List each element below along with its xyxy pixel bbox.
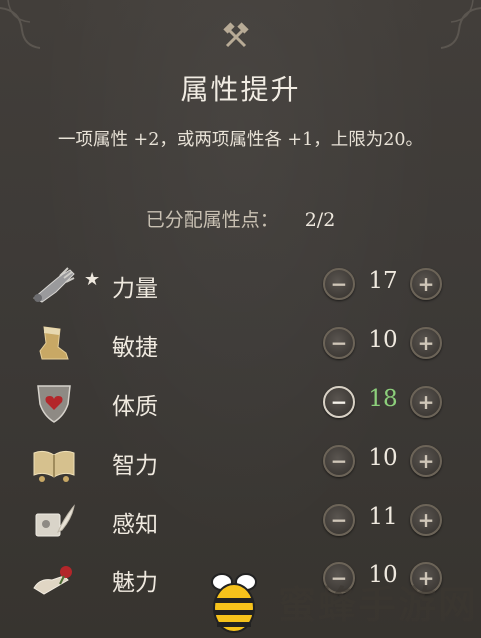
ornament-corner-left-icon: [0, 0, 41, 49]
attribute-label-intelligence: 智力: [112, 453, 158, 479]
attribute-row-intelligence: 智力 − 10 +: [0, 437, 481, 487]
decrease-strength-button[interactable]: −: [323, 268, 355, 300]
bee-logo-icon: [211, 573, 257, 633]
open-book-icon: [33, 450, 75, 482]
panel-description: 一项属性 +2，或两项属性各 +1，上限为20。: [58, 130, 423, 150]
attribute-row-constitution: 体质 − 18 +: [0, 378, 481, 428]
increase-constitution-button[interactable]: +: [410, 386, 442, 418]
attribute-label-charisma: 魅力: [112, 570, 158, 596]
attribute-row-dexterity: 敏捷 − 10 +: [0, 319, 481, 369]
allocated-points: 已分配属性点： 2/2: [0, 205, 481, 232]
attribute-panel: 属性提升 一项属性 +2，或两项属性各 +1，上限为20。 已分配属性点： 2/2…: [0, 0, 481, 638]
allocated-points-value: 2/2: [304, 209, 336, 231]
decrease-wisdom-button[interactable]: −: [323, 504, 355, 536]
crossed-hammers-icon: [223, 22, 249, 48]
decrease-constitution-button[interactable]: −: [323, 386, 355, 418]
attribute-label-constitution: 体质: [112, 394, 158, 420]
attribute-label-strength: 力量: [112, 276, 158, 302]
attribute-value-wisdom: 11: [368, 504, 398, 530]
ornament-corner-right-icon: [440, 0, 481, 49]
attribute-row-strength: ★ 力量 − 17 +: [0, 260, 481, 310]
favored-star-icon: ★: [84, 269, 101, 290]
attribute-label-wisdom: 感知: [112, 512, 158, 538]
increase-intelligence-button[interactable]: +: [410, 445, 442, 477]
shield-heart-icon: [37, 385, 71, 423]
attribute-value-constitution: 18: [368, 386, 398, 412]
attribute-value-intelligence: 10: [368, 445, 398, 471]
decrease-dexterity-button[interactable]: −: [323, 327, 355, 359]
allocated-points-label: 已分配属性点：: [145, 209, 279, 231]
attribute-label-dexterity: 敏捷: [112, 335, 158, 361]
boot-icon: [39, 326, 69, 360]
attribute-row-wisdom: 感知 − 11 +: [0, 496, 481, 546]
increase-dexterity-button[interactable]: +: [410, 327, 442, 359]
increase-strength-button[interactable]: +: [410, 268, 442, 300]
decrease-intelligence-button[interactable]: −: [323, 445, 355, 477]
panel-title: 属性提升: [180, 73, 301, 106]
hand-rose-icon: [33, 566, 72, 595]
watermark-text: 蜜蜂手游网: [278, 583, 479, 627]
attribute-value-strength: 17: [368, 268, 398, 294]
attribute-value-dexterity: 10: [368, 327, 398, 353]
increase-wisdom-button[interactable]: +: [410, 504, 442, 536]
site-watermark: 蜜蜂手游网: [200, 560, 481, 638]
gauntlet-icon: [33, 267, 75, 303]
scroll-quill-icon: [35, 504, 75, 537]
